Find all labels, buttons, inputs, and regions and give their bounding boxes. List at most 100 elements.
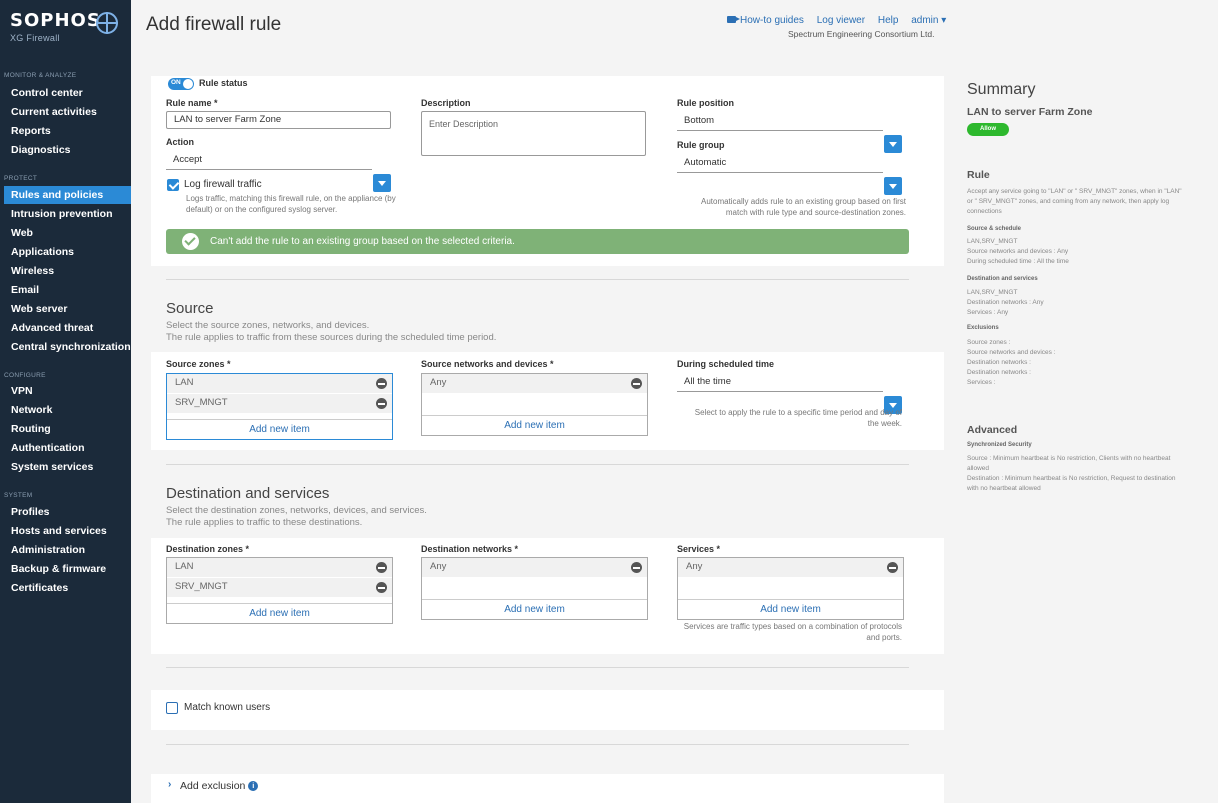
summary-rule-text: Accept any service going to "LAN" or " S…	[967, 188, 1182, 215]
summary-destination-line: Services : Any	[967, 309, 1009, 316]
nav-item-web[interactable]: Web	[11, 227, 33, 239]
rule-status-toggle[interactable]: ON	[168, 78, 194, 90]
rule-group-dropdown-button[interactable]	[884, 177, 902, 195]
match-users-checkbox[interactable]	[166, 702, 178, 714]
remove-icon[interactable]	[887, 562, 898, 573]
destination-networks-label: Destination networks *	[421, 544, 519, 554]
list-item: SRV_MNGT	[167, 578, 392, 597]
nav-item-rules-and-policies[interactable]: Rules and policies	[4, 186, 131, 204]
howto-link[interactable]: How-to guides	[727, 15, 804, 26]
log-traffic-label: Log firewall traffic	[184, 179, 262, 190]
chevron-right-icon[interactable]: ›	[168, 779, 171, 790]
nav-item-system-services[interactable]: System services	[11, 461, 93, 473]
remove-icon[interactable]	[376, 398, 387, 409]
remove-icon[interactable]	[376, 582, 387, 593]
rule-position-dropdown-button[interactable]	[884, 135, 902, 153]
summary-rule-name: LAN to server Farm Zone	[967, 106, 1093, 118]
video-camera-icon	[727, 16, 740, 23]
add-exclusion-link[interactable]: Add exclusion i	[180, 780, 259, 792]
remove-icon[interactable]	[631, 562, 642, 573]
list-item: LAN	[167, 374, 392, 393]
add-new-item-button[interactable]: Add new item	[678, 599, 903, 619]
check-circle-icon	[182, 233, 199, 250]
globe-icon	[96, 12, 118, 34]
summary-exclusion-line: Services :	[967, 379, 996, 386]
rule-name-input[interactable]: LAN to server Farm Zone	[166, 111, 391, 129]
divider	[166, 744, 909, 745]
nav-item-email[interactable]: Email	[11, 284, 39, 296]
action-select[interactable]: Accept	[166, 152, 372, 170]
source-zones-list[interactable]: LAN SRV_MNGT Add new item	[166, 373, 393, 440]
sophos-logo[interactable]: SOPHOS XG Firewall	[10, 10, 101, 43]
destination-desc-1: Select the destination zones, networks, …	[166, 505, 427, 516]
nav-item-vpn[interactable]: VPN	[11, 385, 33, 397]
divider	[166, 667, 909, 668]
description-textarea[interactable]: Enter Description	[421, 111, 646, 156]
log-traffic-checkbox[interactable]	[167, 179, 179, 191]
nav-item-wireless[interactable]: Wireless	[11, 265, 54, 277]
summary-rule-heading: Rule	[967, 169, 990, 181]
info-icon[interactable]: i	[248, 781, 259, 792]
summary-exclusion-line: Source zones :	[967, 339, 1011, 346]
destination-networks-list[interactable]: Any Add new item	[421, 557, 648, 620]
log-traffic-help: Logs traffic, matching this firewall rul…	[186, 194, 396, 214]
log-viewer-link[interactable]: Log viewer	[817, 15, 865, 26]
sidebar: SOPHOS XG Firewall MONITOR & ANALYZE Con…	[0, 0, 131, 803]
list-item: Any	[422, 374, 647, 393]
source-title: Source	[166, 300, 214, 317]
nav-section-monitor: MONITOR & ANALYZE	[4, 72, 77, 79]
nav-item-control-center[interactable]: Control center	[11, 87, 83, 99]
brand-name: SOPHOS	[10, 10, 101, 31]
nav-item-advanced-threat[interactable]: Advanced threat	[11, 322, 93, 334]
list-item: Any	[678, 558, 903, 577]
nav-item-reports[interactable]: Reports	[11, 125, 51, 137]
nav-item-applications[interactable]: Applications	[11, 246, 74, 258]
summary-sync-destination: Destination : Minimum heartbeat is No re…	[967, 475, 1176, 492]
add-new-item-button[interactable]: Add new item	[422, 599, 647, 619]
add-new-item-button[interactable]: Add new item	[167, 603, 392, 623]
destination-zones-label: Destination zones *	[166, 544, 250, 554]
remove-icon[interactable]	[376, 562, 387, 573]
nav-item-administration[interactable]: Administration	[11, 544, 85, 556]
divider	[166, 279, 909, 280]
help-link[interactable]: Help	[878, 15, 899, 26]
schedule-select[interactable]: All the time	[677, 374, 883, 392]
nav-section-configure: CONFIGURE	[4, 372, 46, 379]
add-new-item-button[interactable]: Add new item	[167, 419, 392, 439]
list-item: LAN	[167, 558, 392, 577]
summary-destination-line: LAN,SRV_MNGT	[967, 289, 1018, 296]
action-label: Action	[166, 137, 194, 147]
summary-exclusion-line: Source networks and devices :	[967, 349, 1056, 356]
admin-menu[interactable]: admin ▾	[911, 15, 946, 26]
add-new-item-button[interactable]: Add new item	[422, 415, 647, 435]
list-item: Any	[422, 558, 647, 577]
summary-exclusions-heading: Exclusions	[967, 325, 999, 331]
action-dropdown-button[interactable]	[373, 174, 391, 192]
destination-zones-list[interactable]: LAN SRV_MNGT Add new item	[166, 557, 393, 624]
source-zones-label: Source zones *	[166, 359, 231, 369]
nav-item-network[interactable]: Network	[11, 404, 52, 416]
nav-item-routing[interactable]: Routing	[11, 423, 51, 435]
rule-position-select[interactable]: Bottom	[677, 113, 883, 131]
nav-item-hosts-and-services[interactable]: Hosts and services	[11, 525, 107, 537]
remove-icon[interactable]	[376, 378, 387, 389]
nav-item-intrusion-prevention[interactable]: Intrusion prevention	[11, 208, 113, 220]
rule-group-select[interactable]: Automatic	[677, 155, 883, 173]
nav-item-profiles[interactable]: Profiles	[11, 506, 50, 518]
summary-exclusion-line: Destination networks :	[967, 369, 1031, 376]
nav-item-certificates[interactable]: Certificates	[11, 582, 68, 594]
nav-item-web-server[interactable]: Web server	[11, 303, 67, 315]
rule-position-label: Rule position	[677, 98, 734, 108]
allow-badge: Allow	[967, 123, 1009, 136]
nav-item-backup-firmware[interactable]: Backup & firmware	[11, 563, 106, 575]
nav-item-current-activities[interactable]: Current activities	[11, 106, 97, 118]
source-networks-list[interactable]: Any Add new item	[421, 373, 648, 436]
remove-icon[interactable]	[631, 378, 642, 389]
destination-desc-2: The rule applies to traffic to these des…	[166, 517, 363, 528]
top-links: How-to guides Log viewer Help admin ▾	[727, 15, 956, 26]
nav-item-central-synchronization[interactable]: Central synchronization	[11, 341, 131, 353]
nav-section-system: SYSTEM	[4, 492, 33, 499]
nav-item-authentication[interactable]: Authentication	[11, 442, 85, 454]
services-list[interactable]: Any Add new item	[677, 557, 904, 620]
nav-item-diagnostics[interactable]: Diagnostics	[11, 144, 71, 156]
